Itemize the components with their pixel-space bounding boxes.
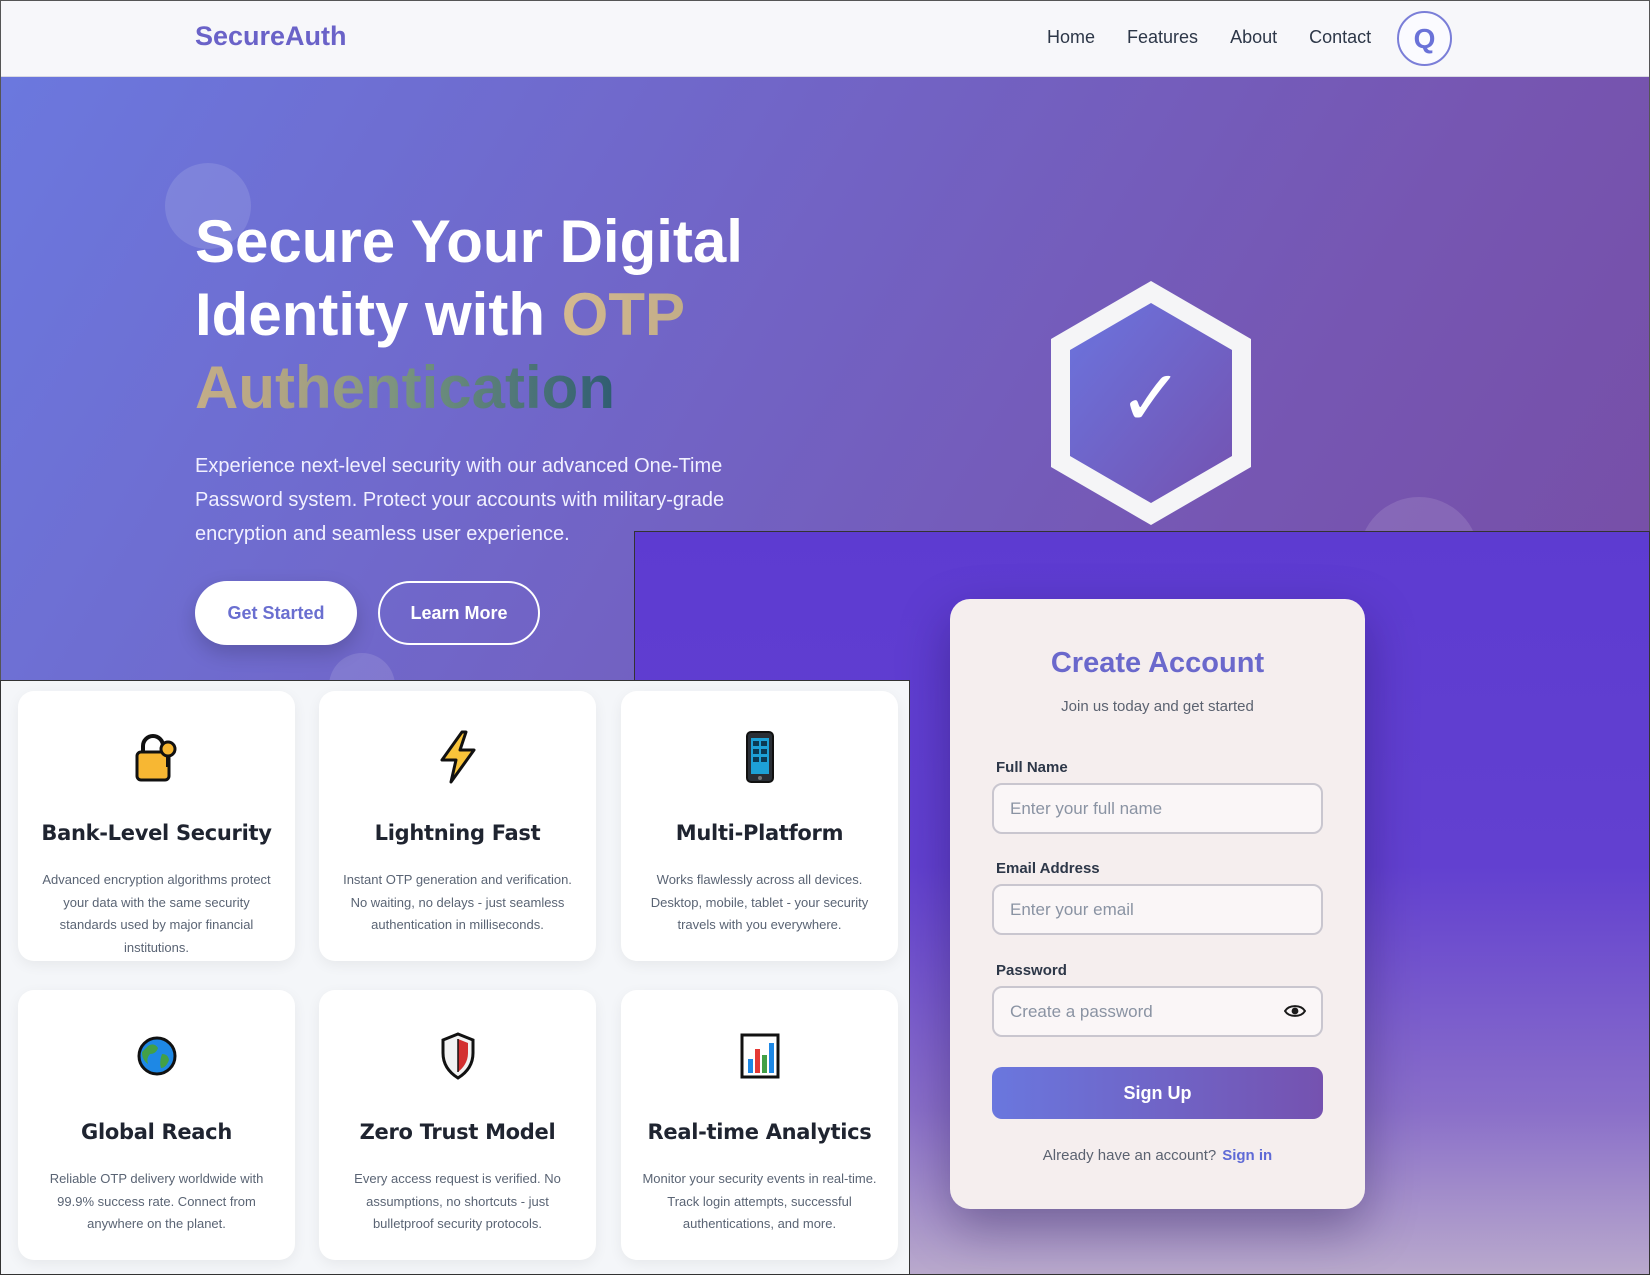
feature-icon-wrap bbox=[621, 729, 898, 785]
features-window: Bank-Level Security Advanced encryption … bbox=[0, 680, 910, 1275]
hexagon-check-icon: ✓ bbox=[1051, 281, 1251, 525]
learn-more-button[interactable]: Learn More bbox=[378, 581, 540, 645]
feature-description: Advanced encryption algorithms protect y… bbox=[42, 872, 271, 955]
signin-prompt-text: Already have an account? bbox=[1042, 1147, 1217, 1164]
feature-icon-wrap bbox=[18, 1028, 295, 1084]
full-name-label: Full Name bbox=[996, 759, 1068, 776]
full-name-input[interactable] bbox=[992, 783, 1323, 834]
user-avatar-button[interactable]: Q bbox=[1397, 11, 1452, 66]
lightning-icon bbox=[440, 730, 475, 784]
feature-description: Monitor your security events in real-tim… bbox=[642, 1171, 877, 1231]
nav-link-contact[interactable]: Contact bbox=[1309, 27, 1371, 48]
check-glyph: ✓ bbox=[1118, 354, 1183, 444]
feature-title: Real-time Analytics bbox=[647, 1120, 872, 1144]
bar-chart-icon bbox=[740, 1033, 779, 1079]
feature-title: Global Reach bbox=[81, 1120, 232, 1144]
feature-description: Reliable OTP delivery worldwide with 99.… bbox=[49, 1171, 264, 1231]
feature-description: Instant OTP generation and verification.… bbox=[343, 872, 572, 932]
signup-title: Create Account bbox=[1050, 647, 1265, 679]
eye-icon[interactable] bbox=[1284, 1003, 1306, 1019]
feature-card[interactable]: Global Reach Reliable OTP delivery world… bbox=[18, 990, 295, 1260]
email-input[interactable] bbox=[992, 884, 1323, 935]
sign-in-link[interactable]: Sign in bbox=[1222, 1147, 1272, 1164]
feature-card[interactable]: Zero Trust Model Every access request is… bbox=[319, 990, 596, 1260]
feature-card[interactable]: Lightning Fast Instant OTP generation an… bbox=[319, 691, 596, 961]
feature-icon-wrap bbox=[621, 1028, 898, 1084]
navbar: SecureAuth Home Features About Contact Q bbox=[1, 1, 1649, 77]
get-started-button[interactable]: Get Started bbox=[195, 581, 357, 645]
nav-link-features[interactable]: Features bbox=[1127, 27, 1198, 48]
sign-up-button[interactable]: Sign Up bbox=[992, 1067, 1323, 1119]
feature-title: Multi-Platform bbox=[675, 821, 844, 845]
feature-card[interactable]: Bank-Level Security Advanced encryption … bbox=[18, 691, 295, 961]
hero-title-line1: Secure Your Digital bbox=[195, 208, 743, 275]
feature-title: Lightning Fast bbox=[374, 821, 541, 845]
password-input[interactable] bbox=[992, 986, 1323, 1037]
password-label: Password bbox=[996, 962, 1067, 979]
feature-title: Bank-Level Security bbox=[41, 821, 272, 845]
signin-prompt: Already have an account? Sign in bbox=[950, 1147, 1365, 1164]
feature-card[interactable]: Multi-Platform Works flawlessly across a… bbox=[621, 691, 898, 961]
feature-description: Every access request is verified. No ass… bbox=[354, 1171, 561, 1231]
brand-logo[interactable]: SecureAuth bbox=[195, 21, 347, 52]
email-label: Email Address bbox=[996, 860, 1100, 877]
feature-title: Zero Trust Model bbox=[359, 1120, 556, 1144]
hero-title-line2: Identity with bbox=[195, 281, 562, 348]
globe-icon bbox=[137, 1036, 176, 1076]
nav-link-home[interactable]: Home bbox=[1047, 27, 1095, 48]
feature-icon-wrap bbox=[319, 729, 596, 785]
nav-link-about[interactable]: About bbox=[1230, 27, 1277, 48]
feature-icon-wrap bbox=[319, 1028, 596, 1084]
feature-icon-wrap bbox=[18, 729, 295, 785]
signup-subtitle: Join us today and get started bbox=[1061, 698, 1254, 715]
nav-links: Home Features About Contact bbox=[1047, 27, 1371, 48]
feature-description: Works flawlessly across all devices. Des… bbox=[650, 872, 869, 932]
hero-title: Secure Your Digital Identity with OTP Au… bbox=[195, 205, 795, 424]
feature-card[interactable]: Real-time Analytics Monitor your securit… bbox=[621, 990, 898, 1260]
mobile-phone-icon bbox=[745, 731, 774, 783]
signup-card: Create Account Join us today and get sta… bbox=[950, 599, 1365, 1209]
lock-key-icon bbox=[135, 734, 176, 782]
shield-icon bbox=[441, 1032, 474, 1080]
